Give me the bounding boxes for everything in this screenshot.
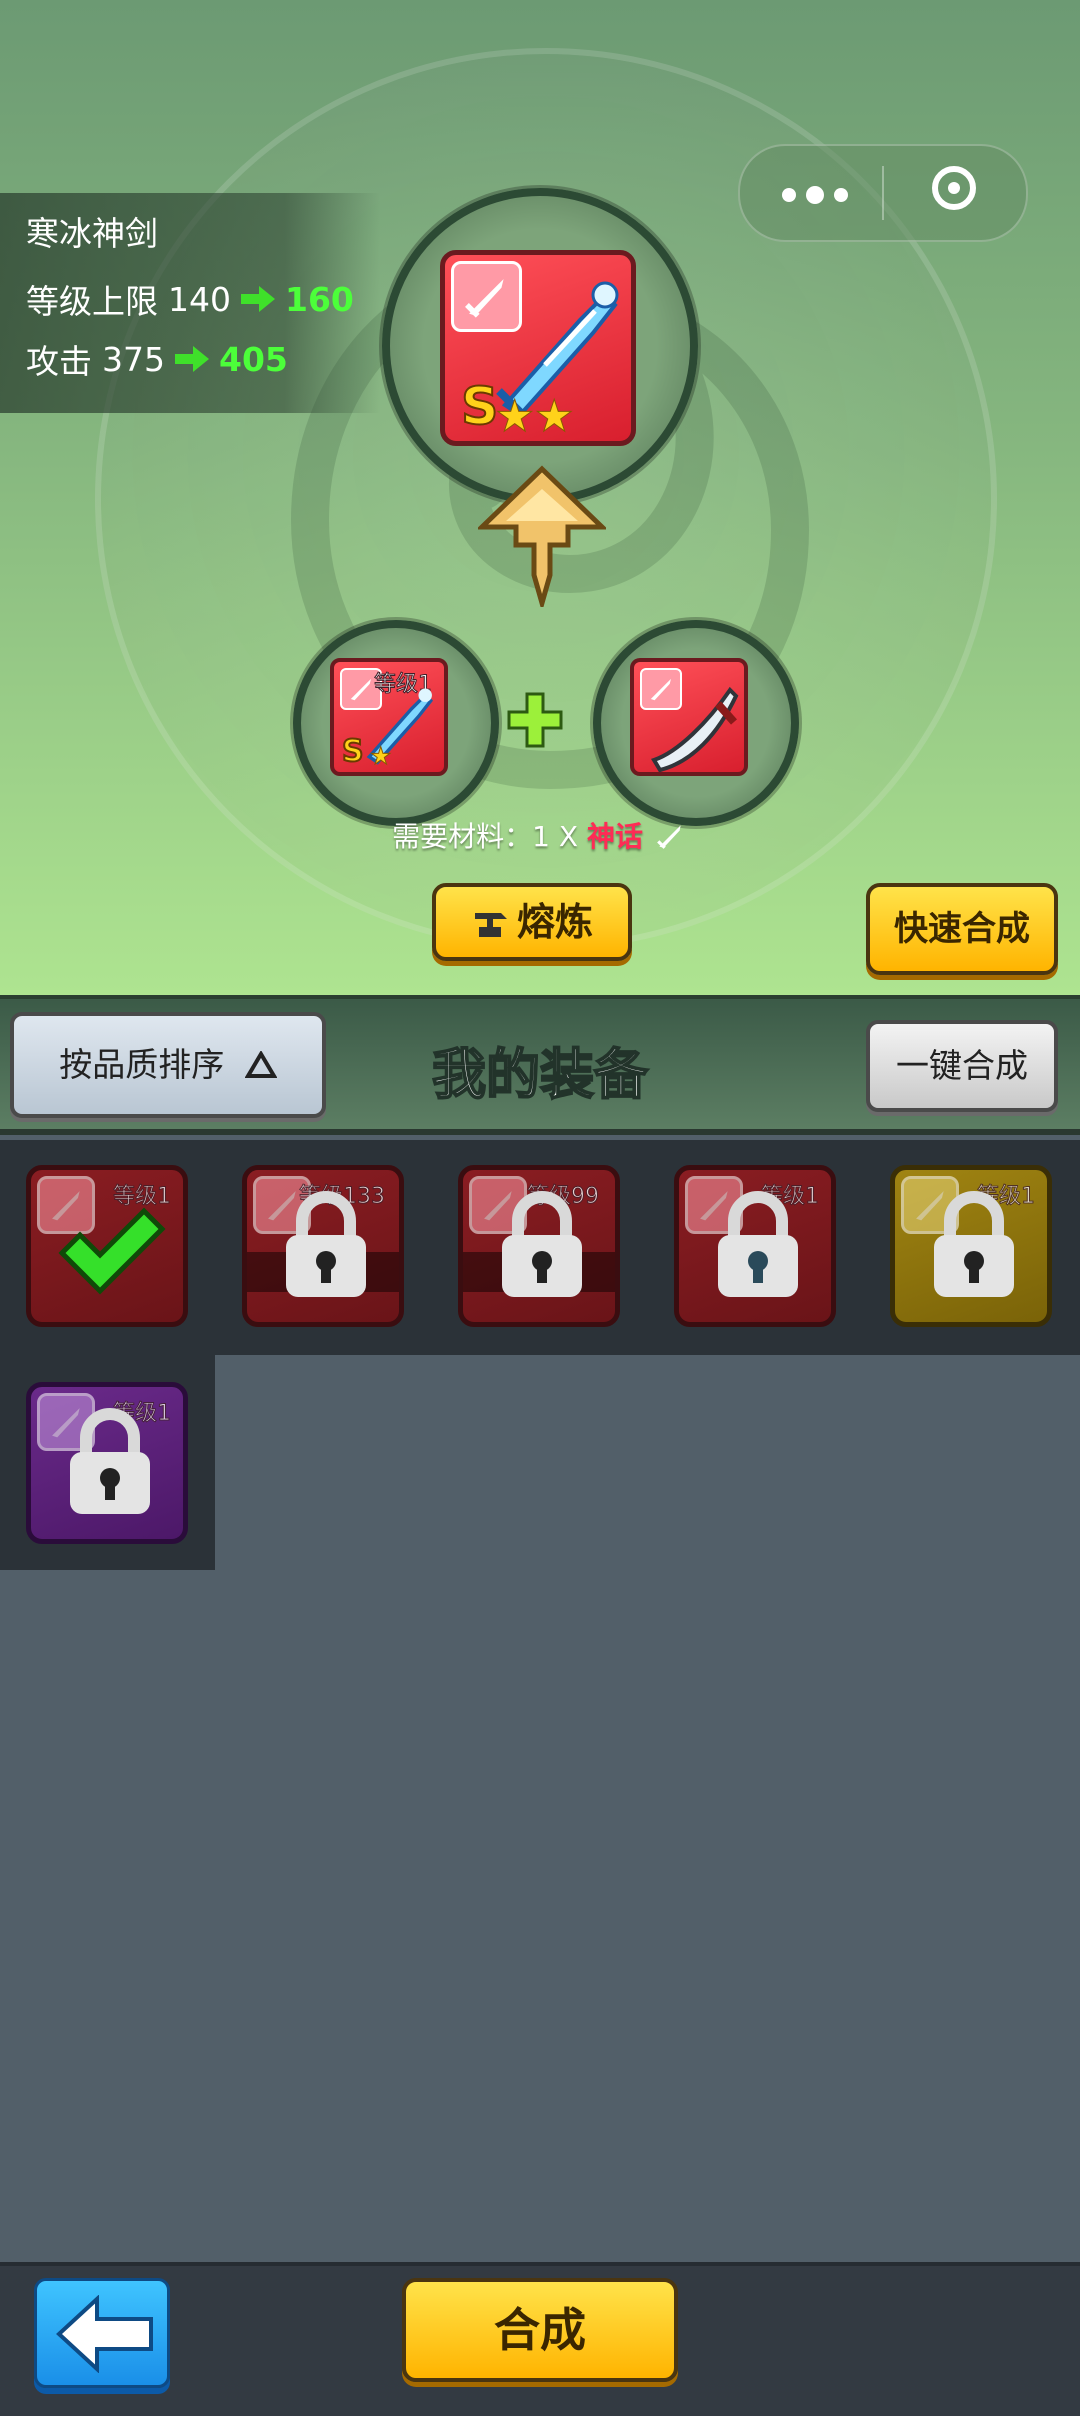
smelt-button-label: 熔炼 xyxy=(516,900,593,944)
attack-label: 攻击 xyxy=(26,342,92,381)
inventory-item[interactable]: 等级1 xyxy=(674,1165,836,1327)
level-cap-label: 等级上限 xyxy=(26,282,158,321)
forge-panel: 寒冰神剑 等级上限 140 160 攻击 375 405 S ★★ 等级1 S … xyxy=(0,0,1080,995)
quick-merge-label: 快速合成 xyxy=(894,909,1030,949)
upgrade-arrow-icon xyxy=(478,465,606,607)
result-item-card[interactable]: S ★★ xyxy=(440,250,636,446)
attack-row: 攻击 375 405 xyxy=(26,335,288,383)
item-name: 寒冰神剑 xyxy=(26,214,158,253)
anvil-icon xyxy=(474,913,507,937)
merge-button[interactable]: 合成 xyxy=(402,2278,678,2382)
lock-icon xyxy=(718,1191,798,1297)
material-item-card-1[interactable]: 等级1 S ★ xyxy=(330,658,448,776)
smelt-button[interactable]: 熔炼 xyxy=(432,883,632,961)
inventory-item[interactable]: 等级1 xyxy=(26,1165,188,1327)
checkmark-icon xyxy=(58,1207,166,1295)
grade-letter: S xyxy=(460,376,499,438)
inventory-item[interactable]: 等级1 xyxy=(890,1165,1052,1327)
material-quality-text: 神话 xyxy=(586,820,643,853)
plus-icon xyxy=(507,692,563,748)
attack-current: 375 xyxy=(102,339,165,379)
one-key-merge-button[interactable]: 一键合成 xyxy=(866,1020,1058,1112)
star-rating: ★★ xyxy=(495,391,575,442)
sword-type-icon xyxy=(656,825,681,849)
material-requirement: 需要材料：1 X 神话 xyxy=(0,815,1080,855)
material-item-card-2[interactable] xyxy=(630,658,748,776)
attack-new: 405 xyxy=(219,339,288,379)
close-miniprogram-icon[interactable] xyxy=(932,166,976,210)
inventory-item[interactable]: 等级99 xyxy=(458,1165,620,1327)
item-stats-panel: 寒冰神剑 等级上限 140 160 攻击 375 405 xyxy=(0,193,380,413)
mini-program-capsule xyxy=(738,144,1028,242)
level-cap-row: 等级上限 140 160 xyxy=(26,275,354,323)
scimitar-icon xyxy=(651,686,739,772)
star-rating: ★ xyxy=(370,742,392,771)
lock-icon xyxy=(502,1191,582,1297)
one-key-merge-label: 一键合成 xyxy=(896,1046,1028,1085)
quick-merge-button[interactable]: 快速合成 xyxy=(866,883,1058,975)
inventory-item[interactable]: 等级1 xyxy=(26,1382,188,1544)
arrow-right-icon xyxy=(175,346,209,372)
back-button[interactable] xyxy=(34,2278,170,2388)
level-cap-new: 160 xyxy=(285,279,354,319)
back-arrow-icon xyxy=(56,2295,153,2373)
lock-icon xyxy=(286,1191,366,1297)
merge-button-label: 合成 xyxy=(494,2303,586,2357)
level-cap-current: 140 xyxy=(168,279,231,319)
more-menu-icon[interactable] xyxy=(782,186,848,204)
arrow-right-icon xyxy=(241,286,275,312)
material-requirement-text: 需要材料：1 X xyxy=(392,820,587,853)
grade-letter: S xyxy=(341,733,365,770)
inventory-item[interactable]: 等级133 xyxy=(242,1165,404,1327)
lock-icon xyxy=(934,1191,1014,1297)
lock-icon xyxy=(70,1408,150,1514)
